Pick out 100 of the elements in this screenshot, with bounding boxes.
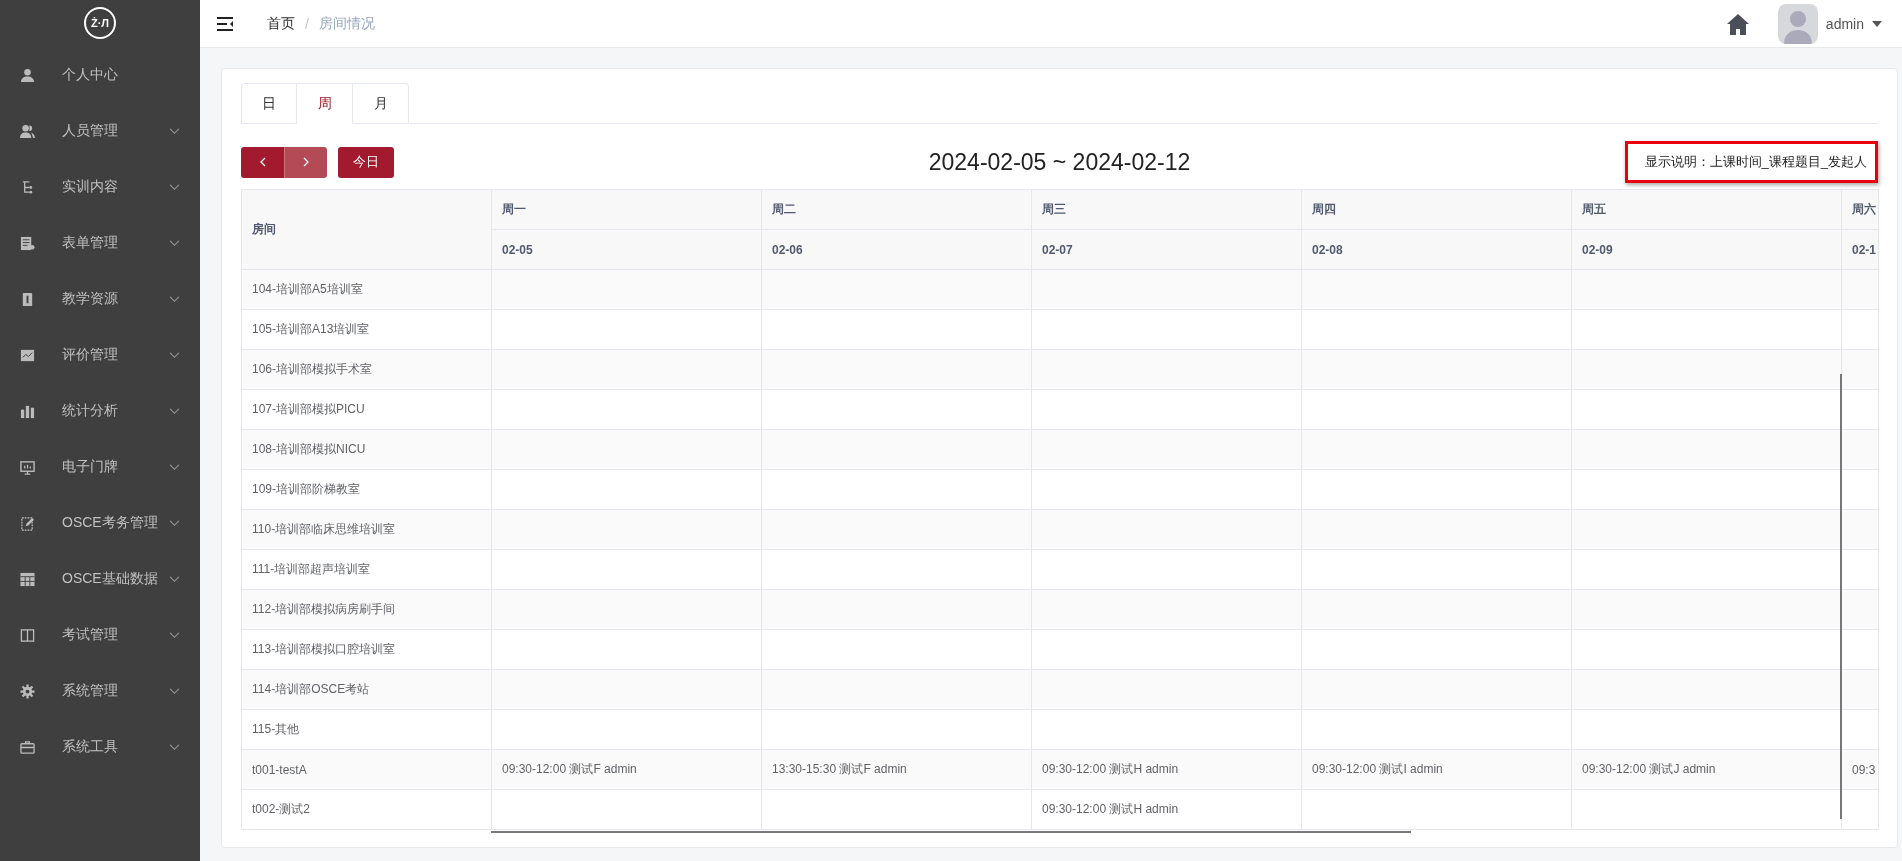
chevron-down-icon	[169, 295, 180, 303]
sidebar-item[interactable]: 教学资源	[0, 271, 200, 327]
date-header: 02-07	[1031, 229, 1302, 270]
menu-label: 人员管理	[62, 122, 118, 140]
grid-icon	[20, 571, 35, 587]
menu-label: 评价管理	[62, 346, 118, 364]
user-icon	[20, 67, 35, 83]
menu-label: 教学资源	[62, 290, 118, 308]
scrollbar-thumb[interactable]	[1840, 374, 1842, 819]
booking-cell: 09:30-12:00 测试H admin	[1031, 749, 1302, 790]
view-tab[interactable]: 日	[241, 83, 297, 124]
chevron-down-icon	[169, 575, 180, 583]
chevron-down-icon	[169, 407, 180, 415]
bars-icon	[20, 403, 35, 419]
menu-label: OSCE考务管理	[62, 514, 158, 532]
weekday-header: 周五	[1571, 189, 1842, 230]
sidebar-item[interactable]: 人员管理	[0, 103, 200, 159]
booking-cell: 09:3	[1841, 749, 1879, 790]
edit-icon	[20, 515, 35, 531]
sidebar-item[interactable]: 系统工具	[0, 719, 200, 775]
gear-icon	[20, 683, 35, 699]
scrollbar-thumb[interactable]	[491, 831, 1411, 833]
date-header: 02-05	[491, 229, 762, 270]
username[interactable]: admin	[1825, 15, 1864, 32]
room-cell: 113-培训部模拟口腔培训室	[241, 629, 492, 670]
today-button[interactable]: 今日	[338, 146, 394, 178]
chevron-down-icon	[169, 463, 180, 471]
breadcrumb-item[interactable]: 首页	[267, 14, 295, 33]
weekday-header: 周一	[491, 189, 762, 230]
empty-cell	[1841, 589, 1879, 630]
booking-cell: 09:30-12:00 测试J admin	[1571, 749, 1842, 790]
sidebar-item[interactable]: 系统管理	[0, 663, 200, 719]
next-button[interactable]	[284, 146, 327, 178]
sidebar-item[interactable]: 个人中心	[0, 47, 200, 103]
chart-img-icon	[20, 347, 35, 363]
menu-label: OSCE基础数据	[62, 570, 158, 588]
date-range-title: 2024-02-05 ~ 2024-02-12	[928, 148, 1191, 176]
room-cell: 107-培训部模拟PICU	[241, 389, 492, 430]
menu-label: 考试管理	[62, 626, 118, 644]
form-icon	[20, 235, 35, 251]
monitor-icon	[20, 459, 35, 475]
room-cell: 108-培训部模拟NICU	[241, 429, 492, 470]
logo: Ż·Л	[84, 7, 116, 39]
room-cell: 112-培训部模拟病房刷手间	[241, 589, 492, 630]
chevron-down-icon	[169, 519, 180, 527]
menu-icon[interactable]	[217, 16, 233, 31]
sidebar-item[interactable]: 电子门牌	[0, 439, 200, 495]
menu-label: 电子门牌	[62, 458, 118, 476]
previous-button[interactable]	[241, 146, 284, 178]
menu-label: 系统工具	[62, 738, 118, 756]
menu-label: 实训内容	[62, 178, 118, 196]
sidebar-item[interactable]: OSCE基础数据	[0, 551, 200, 607]
weekday-header: 周三	[1031, 189, 1302, 230]
menu-label: 个人中心	[62, 66, 118, 84]
view-tab[interactable]: 周	[297, 83, 353, 124]
room-cell: t002-测试2	[241, 789, 492, 830]
sidebar-item[interactable]: 实训内容	[0, 159, 200, 215]
view-tab[interactable]: 月	[353, 83, 409, 124]
room-cell: 110-培训部临床思维培训室	[241, 509, 492, 550]
sidebar-item[interactable]: 统计分析	[0, 383, 200, 439]
home-icon[interactable]	[1725, 12, 1750, 35]
empty-cell	[1841, 509, 1879, 550]
room-cell: 104-培训部A5培训室	[241, 269, 492, 310]
room-cell: t001-testA	[241, 749, 492, 790]
breadcrumb-item: 房间情况	[318, 14, 375, 33]
sidebar-item[interactable]: 考试管理	[0, 607, 200, 663]
chevron-down-icon	[169, 631, 180, 639]
date-header: 02-09	[1571, 229, 1842, 270]
column-header: 房间	[241, 189, 492, 270]
sidebar-item[interactable]: OSCE考务管理	[0, 495, 200, 551]
empty-cell	[1841, 349, 1879, 390]
date-header: 02-1	[1841, 229, 1879, 270]
weekday-header: 周四	[1301, 189, 1572, 230]
booking-cell: 09:30-12:00 测试H admin	[1031, 789, 1302, 830]
room-cell: 115-其他	[241, 709, 492, 750]
room-cell: 111-培训部超声培训室	[241, 549, 492, 590]
menu-label: 统计分析	[62, 402, 118, 420]
sidebar-item[interactable]: 表单管理	[0, 215, 200, 271]
menu-label: 表单管理	[62, 234, 118, 252]
chevron-down-icon	[169, 239, 180, 247]
empty-cell	[1841, 669, 1879, 710]
room-cell: 114-培训部OSCE考站	[241, 669, 492, 710]
booking-cell: 09:30-12:00 测试F admin	[491, 749, 762, 790]
chevron-down-icon	[169, 183, 180, 191]
chevron-down-icon	[169, 351, 180, 359]
tree-icon	[20, 179, 35, 195]
booking-cell: 09:30-12:00 测试I admin	[1301, 749, 1572, 790]
weekday-header: 周二	[761, 189, 1032, 230]
room-cell: 106-培训部模拟手术室	[241, 349, 492, 390]
booking-cell: 13:30-15:30 测试F admin	[761, 749, 1032, 790]
caret-icon[interactable]	[1872, 20, 1882, 27]
chevron-left-icon	[259, 157, 266, 167]
book-icon	[20, 291, 35, 307]
sidebar-item[interactable]: 评价管理	[0, 327, 200, 383]
columns-icon	[20, 627, 35, 643]
weekday-header: 周六	[1841, 189, 1879, 230]
breadcrumb-separator: /	[305, 15, 309, 32]
date-header: 02-06	[761, 229, 1032, 270]
briefcase-icon	[20, 739, 35, 755]
date-header: 02-08	[1301, 229, 1572, 270]
